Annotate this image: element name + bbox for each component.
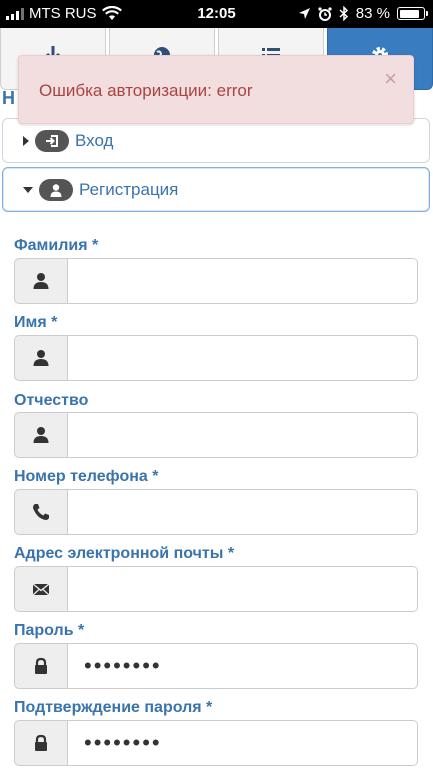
user-icon [14,258,67,304]
label-middle-name: Отчество [14,392,89,409]
middle-name-input[interactable] [67,412,418,458]
battery-percent: 83 % [355,5,390,22]
alert-message: Ошибка авторизации: error [39,81,253,100]
user-icon [14,335,67,381]
phone-icon [14,489,67,535]
password-group: •••••••• [14,643,418,689]
password-confirm-input[interactable]: •••••••• [67,720,418,766]
label-email: Адрес электронной почты * [14,545,235,562]
location-icon [298,8,310,19]
page-title: Н [2,88,15,108]
email-input[interactable] [67,566,418,612]
phone-group [14,489,418,535]
phone-input[interactable] [67,489,418,535]
label-password-confirm: Подтверждение пароля * [14,699,213,716]
caret-right-icon [23,135,29,146]
accordion-login-label: Вход [75,130,114,150]
first-name-group [14,335,418,381]
user-icon [14,412,67,458]
password-input[interactable]: •••••••• [67,643,418,689]
user-icon [39,178,73,201]
accordion-register[interactable]: Регистрация [2,167,430,212]
accordion-login[interactable]: Вход [2,118,430,163]
accordion-register-label: Регистрация [79,179,179,199]
caret-down-icon [23,186,33,193]
label-last-name: Фамилия * [14,237,99,254]
lock-icon [14,720,67,766]
label-phone: Номер телефона * [14,468,159,485]
first-name-input[interactable] [67,335,418,381]
label-first-name: Имя * [14,314,58,331]
middle-name-group [14,412,418,458]
status-bar: MTS RUS 12:05 83 % [0,0,433,28]
bluetooth-icon [339,6,348,21]
email-group [14,566,418,612]
battery-icon [397,7,428,20]
label-password: Пароль * [14,622,85,639]
envelope-icon [14,566,67,612]
last-name-input[interactable] [67,258,418,304]
error-alert: Ошибка авторизации: error × [18,55,414,124]
lock-icon [14,643,67,689]
alert-close-button[interactable]: × [384,68,397,90]
password-confirm-group: •••••••• [14,720,418,766]
last-name-group [14,258,418,304]
alarm-icon [318,6,332,21]
sign-in-icon [35,129,69,152]
